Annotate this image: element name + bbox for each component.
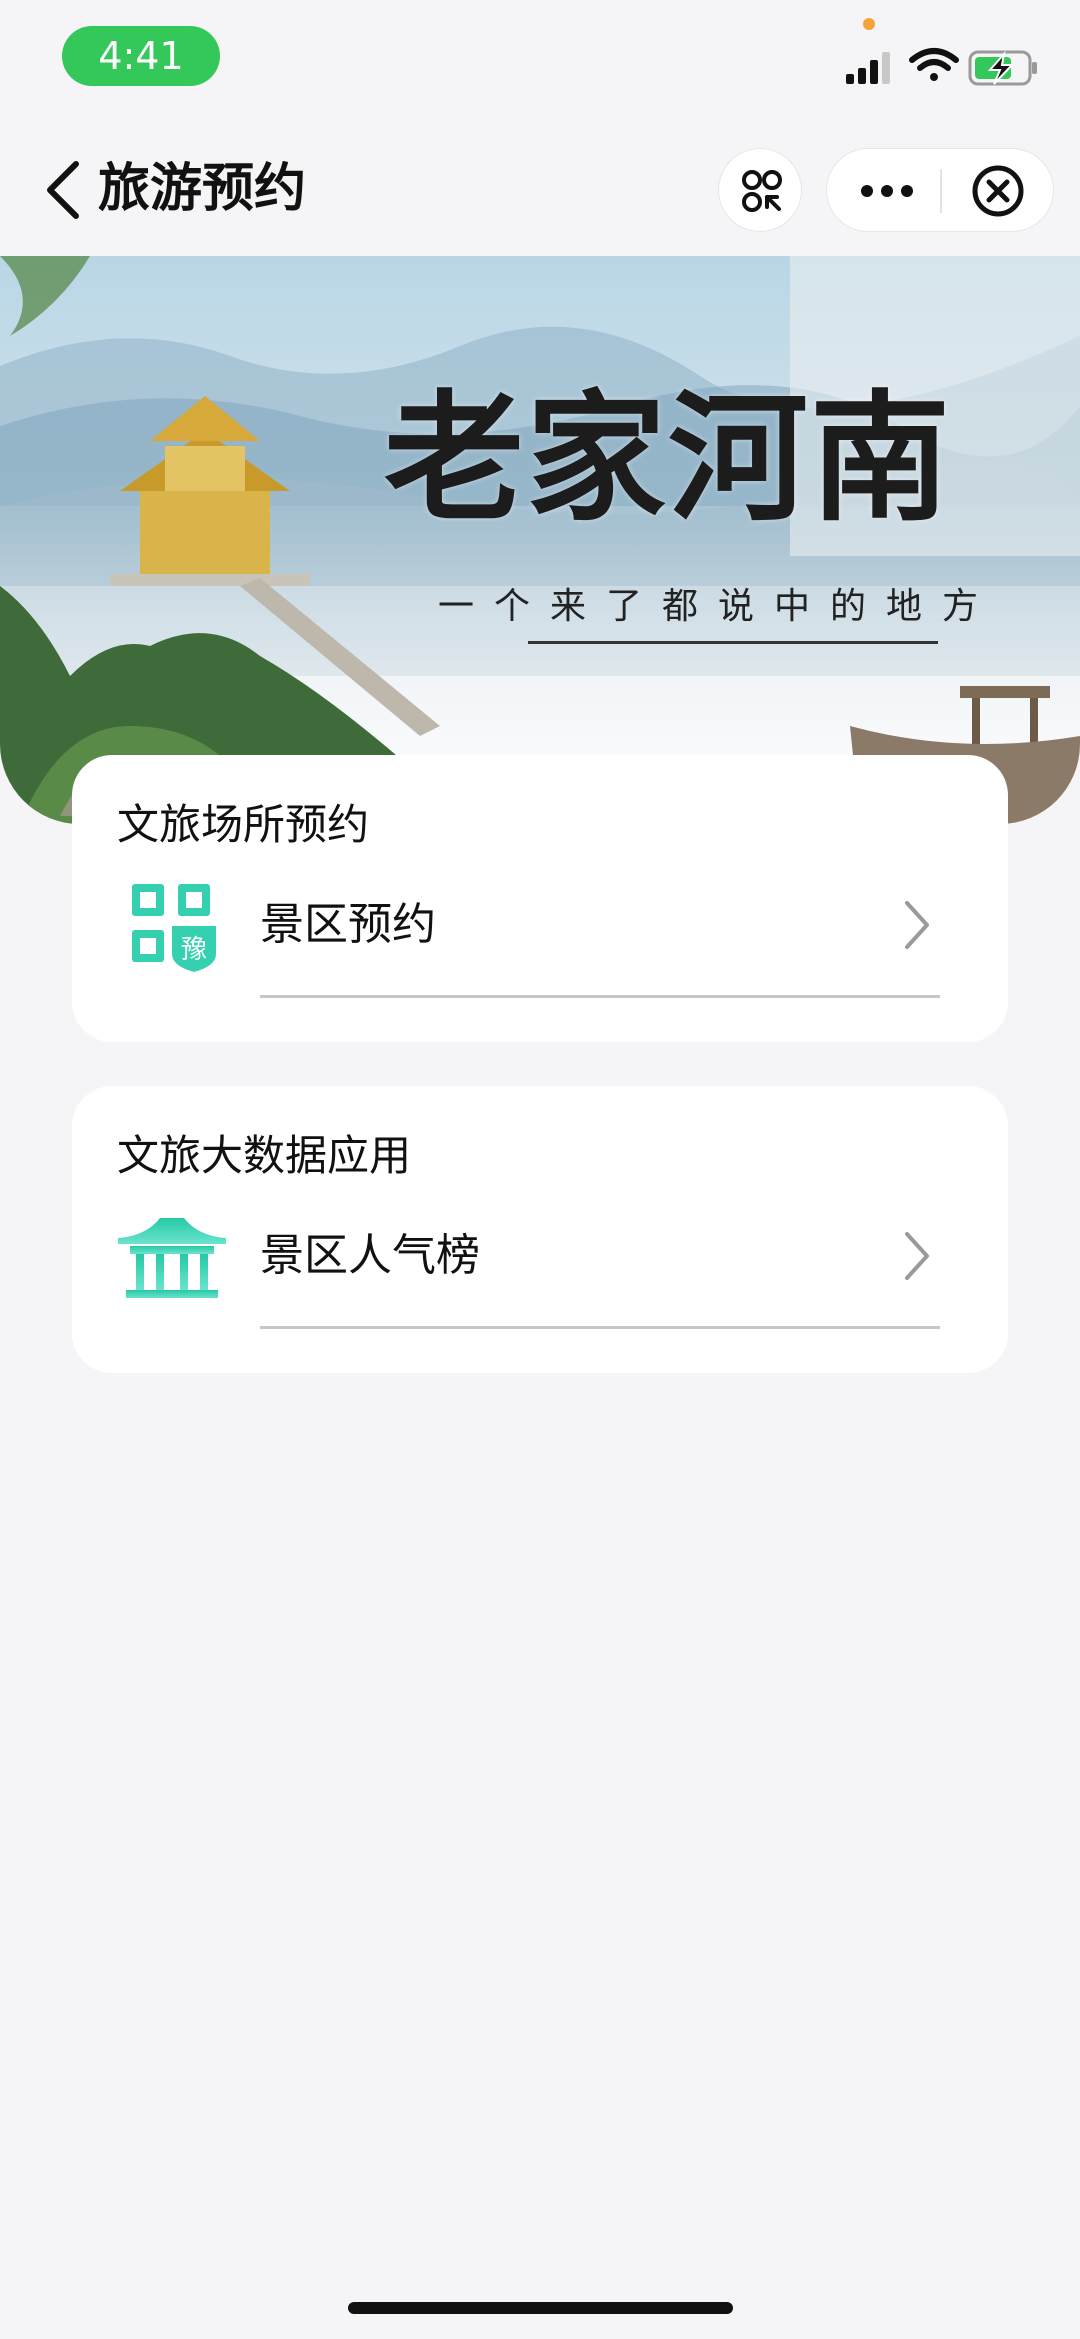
nav-bar: 旅游预约 bbox=[0, 120, 1080, 256]
venue-booking-card: 文旅场所预约 豫 景区预约 bbox=[72, 755, 1008, 1042]
qr-code-yu-icon: 豫 bbox=[130, 882, 220, 972]
chevron-right-icon bbox=[902, 899, 932, 951]
status-time: 4:41 bbox=[62, 26, 220, 86]
list-item-label: 景区人气榜 bbox=[260, 1230, 480, 1281]
list-item-scenic-booking[interactable]: 豫 景区预约 bbox=[72, 867, 1008, 1017]
row-divider bbox=[260, 995, 940, 998]
close-icon bbox=[972, 165, 1024, 217]
banner-subtitle: 一个来了都说中的地方 bbox=[438, 586, 999, 627]
list-item-label: 景区预约 bbox=[260, 899, 436, 950]
section-title: 文旅场所预约 bbox=[117, 800, 370, 849]
scan-icon bbox=[742, 170, 782, 212]
status-bar: 4:41 bbox=[0, 0, 1080, 120]
back-icon bbox=[47, 161, 79, 219]
page-title: 旅游预约 bbox=[98, 159, 307, 219]
back-button[interactable] bbox=[40, 158, 90, 222]
banner-title: 老家河南 bbox=[384, 377, 953, 541]
chevron-right-icon bbox=[902, 1230, 932, 1282]
pavilion-icon bbox=[116, 1216, 228, 1300]
more-button[interactable] bbox=[827, 149, 940, 233]
section-title: 文旅大数据应用 bbox=[117, 1131, 412, 1180]
wifi-icon bbox=[909, 48, 959, 81]
battery-charging-icon bbox=[968, 50, 1037, 86]
banner: 老家河南 一个来了都说中的地方 bbox=[0, 256, 1080, 824]
close-button[interactable] bbox=[942, 149, 1055, 233]
banner-underline bbox=[528, 641, 938, 644]
list-item-scenic-popularity[interactable]: 景区人气榜 bbox=[72, 1198, 1008, 1348]
mini-program-capsule bbox=[826, 148, 1054, 232]
row-divider bbox=[260, 1326, 940, 1329]
more-icon bbox=[861, 185, 913, 197]
home-indicator[interactable] bbox=[348, 2302, 733, 2314]
tourism-big-data-card: 文旅大数据应用 景区人气榜 bbox=[72, 1086, 1008, 1373]
status-icons bbox=[842, 46, 1042, 86]
signal-icon bbox=[846, 52, 890, 84]
scan-button[interactable] bbox=[718, 148, 802, 232]
mic-indicator-dot bbox=[863, 18, 875, 30]
svg-text:豫: 豫 bbox=[181, 935, 207, 965]
